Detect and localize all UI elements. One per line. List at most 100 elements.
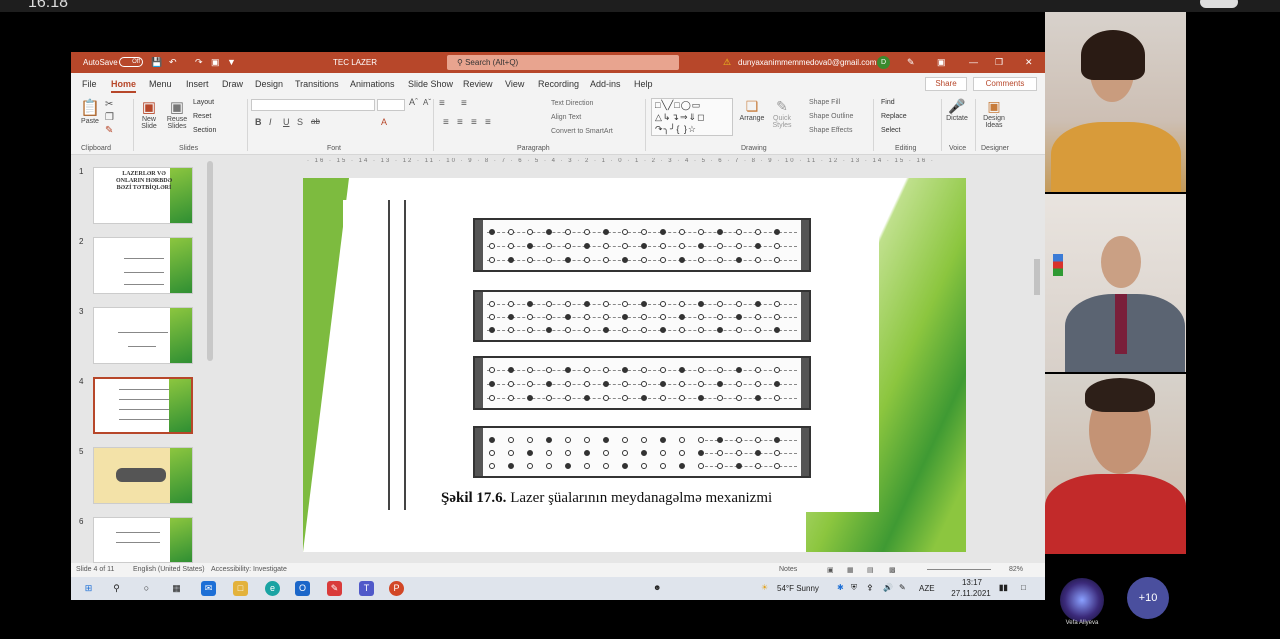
input-language[interactable]: AZE — [919, 584, 935, 593]
underline-icon[interactable]: U — [283, 117, 290, 127]
text-direction-button[interactable]: Text Direction — [551, 100, 593, 107]
search-icon[interactable]: ⚲ — [109, 581, 124, 596]
italic-icon[interactable]: I — [269, 117, 272, 127]
copy-icon[interactable]: ❐ — [105, 112, 114, 123]
participant-video-1[interactable] — [1045, 12, 1186, 192]
numbering-icon[interactable]: ≡ — [461, 98, 467, 109]
account-email[interactable]: dunyaxanimmemmedova0@gmail.com — [738, 58, 876, 67]
layout-button[interactable]: Layout — [193, 99, 214, 106]
tab-insert[interactable]: Insert — [186, 79, 209, 89]
tab-draw[interactable]: Draw — [222, 79, 243, 89]
taskbar-time[interactable]: 13:17 — [951, 578, 993, 587]
slide-thumb-6[interactable] — [93, 517, 193, 563]
format-painter-icon[interactable]: ✎ — [105, 125, 113, 136]
arrange-button[interactable]: ❏ Arrange — [737, 98, 767, 122]
language-status[interactable]: English (United States) — [133, 566, 205, 573]
font-size-field[interactable] — [377, 99, 405, 111]
taskbar-date[interactable]: 27.11.2021 — [941, 589, 1001, 598]
cortana-icon[interactable]: ○ — [139, 581, 154, 596]
zoom-level[interactable]: 82% — [1009, 566, 1023, 573]
paste-button[interactable]: 📋 Paste — [79, 98, 101, 125]
minimize-icon[interactable]: — — [969, 57, 978, 67]
tab-file[interactable]: File — [82, 79, 97, 89]
remote-participant-avatar[interactable] — [1060, 578, 1104, 622]
edge-icon[interactable]: e — [265, 581, 280, 596]
tab-animations[interactable]: Animations — [350, 79, 395, 89]
comments-button[interactable]: Comments — [973, 77, 1037, 91]
align-left-icon[interactable]: ≡ — [443, 117, 449, 128]
reuse-slides-button[interactable]: ▣ Reuse Slides — [165, 98, 189, 130]
more-participants-button[interactable]: +10 — [1127, 577, 1169, 619]
shapes-gallery[interactable]: □╲╱□◯▭ △↳↴⇒⇓◻ ↷╮╯{ }☆ — [651, 98, 733, 136]
restore-icon[interactable]: ❐ — [995, 57, 1003, 68]
grow-font-icon[interactable]: Aˆ — [409, 97, 418, 107]
shrink-font-icon[interactable]: Aˇ — [423, 98, 431, 107]
slide-thumb-5[interactable] — [93, 447, 193, 504]
reading-view-icon[interactable]: ▤ — [867, 566, 874, 574]
strike-icon[interactable]: ab — [311, 117, 320, 126]
slide-canvas[interactable]: Şəkil 17.6. Lazer şüalarının meydanagəlm… — [303, 178, 966, 552]
notifications-icon[interactable]: □ — [1021, 583, 1026, 592]
thumbnails-scrollbar[interactable] — [207, 161, 213, 361]
windows-start-icon[interactable]: ⊞ — [81, 581, 96, 596]
slide-thumb-3[interactable] — [93, 307, 193, 364]
slide-scrollbar[interactable] — [1033, 159, 1041, 555]
align-right-icon[interactable]: ≡ — [471, 117, 477, 128]
shape-effects-button[interactable]: Shape Effects — [809, 127, 852, 134]
tab-recording[interactable]: Recording — [538, 79, 579, 89]
section-button[interactable]: Section — [193, 127, 216, 134]
accessibility-status[interactable]: Accessibility: Investigate — [211, 566, 287, 573]
select-button[interactable]: Select — [881, 127, 900, 134]
customize-qat-icon[interactable]: ▼ — [227, 57, 236, 67]
design-ideas-button[interactable]: ▣ Design Ideas — [979, 98, 1009, 129]
ime-icon[interactable]: ▮▮ — [999, 583, 1008, 592]
present-icon[interactable]: ▣ — [211, 57, 220, 68]
slideshow-view-icon[interactable]: ▩ — [889, 566, 896, 574]
security-icon[interactable]: ⛨ — [851, 583, 857, 593]
tab-help[interactable]: Help — [634, 79, 653, 89]
tab-slide-show[interactable]: Slide Show — [408, 79, 453, 89]
tab-view[interactable]: View — [505, 79, 524, 89]
leave-button[interactable] — [1200, 0, 1238, 8]
zoom-slider[interactable] — [927, 569, 991, 570]
bluetooth-icon[interactable]: ✱ — [837, 583, 844, 592]
tab-home[interactable]: Home — [111, 79, 137, 93]
scrollbar-thumb[interactable] — [1034, 259, 1040, 295]
cut-icon[interactable]: ✂ — [105, 99, 113, 110]
autosave-toggle[interactable]: Off — [119, 57, 143, 67]
tab-transitions[interactable]: Transitions — [295, 79, 339, 89]
volume-icon[interactable]: 🔊 — [883, 583, 893, 592]
redo-icon[interactable]: ↷ — [195, 57, 203, 68]
slide-thumb-1[interactable]: LAZERLƏR VƏ ONLARIN HƏRBDƏ BƏZİ TƏTBİQLƏ… — [93, 167, 193, 224]
participant-video-3[interactable] — [1045, 374, 1186, 554]
tab-menu[interactable]: Menu — [149, 79, 172, 89]
pen-tray-icon[interactable]: ✎ — [899, 583, 906, 592]
search-box[interactable]: ⚲ Search (Alt+Q) — [447, 55, 679, 70]
dictate-button[interactable]: 🎤 Dictate — [943, 98, 971, 122]
outlook-icon[interactable]: O — [295, 581, 310, 596]
participant-video-2[interactable] — [1045, 194, 1186, 372]
justify-icon[interactable]: ≡ — [485, 117, 491, 128]
mail-icon[interactable]: ✉ — [201, 581, 216, 596]
reset-button[interactable]: Reset — [193, 113, 211, 120]
file-explorer-icon[interactable]: □ — [233, 581, 248, 596]
find-button[interactable]: Find — [881, 99, 895, 106]
powerpoint-icon[interactable]: P — [389, 581, 404, 596]
convert-smartart-button[interactable]: Convert to SmartArt — [551, 128, 613, 135]
normal-view-icon[interactable]: ▣ — [827, 566, 834, 574]
quick-styles-button[interactable]: ✎ Quick Styles — [769, 98, 795, 129]
wifi-icon[interactable]: ⚴ — [867, 583, 873, 592]
ribbon-display-icon[interactable]: ▣ — [937, 57, 946, 68]
new-slide-button[interactable]: ▣ New Slide — [137, 98, 161, 130]
teams-icon[interactable]: T — [359, 581, 374, 596]
document-title[interactable]: TEC LAZER — [333, 58, 377, 67]
account-avatar[interactable]: D — [877, 56, 890, 69]
shape-fill-button[interactable]: Shape Fill — [809, 99, 840, 106]
slide-thumb-4[interactable] — [93, 377, 193, 434]
tab-design[interactable]: Design — [255, 79, 283, 89]
paint-icon[interactable]: ✎ — [327, 581, 342, 596]
share-button[interactable]: Share — [925, 77, 967, 91]
shape-outline-button[interactable]: Shape Outline — [809, 113, 853, 120]
task-view-icon[interactable]: ▦ — [169, 581, 184, 596]
save-icon[interactable]: 💾 — [151, 57, 162, 68]
